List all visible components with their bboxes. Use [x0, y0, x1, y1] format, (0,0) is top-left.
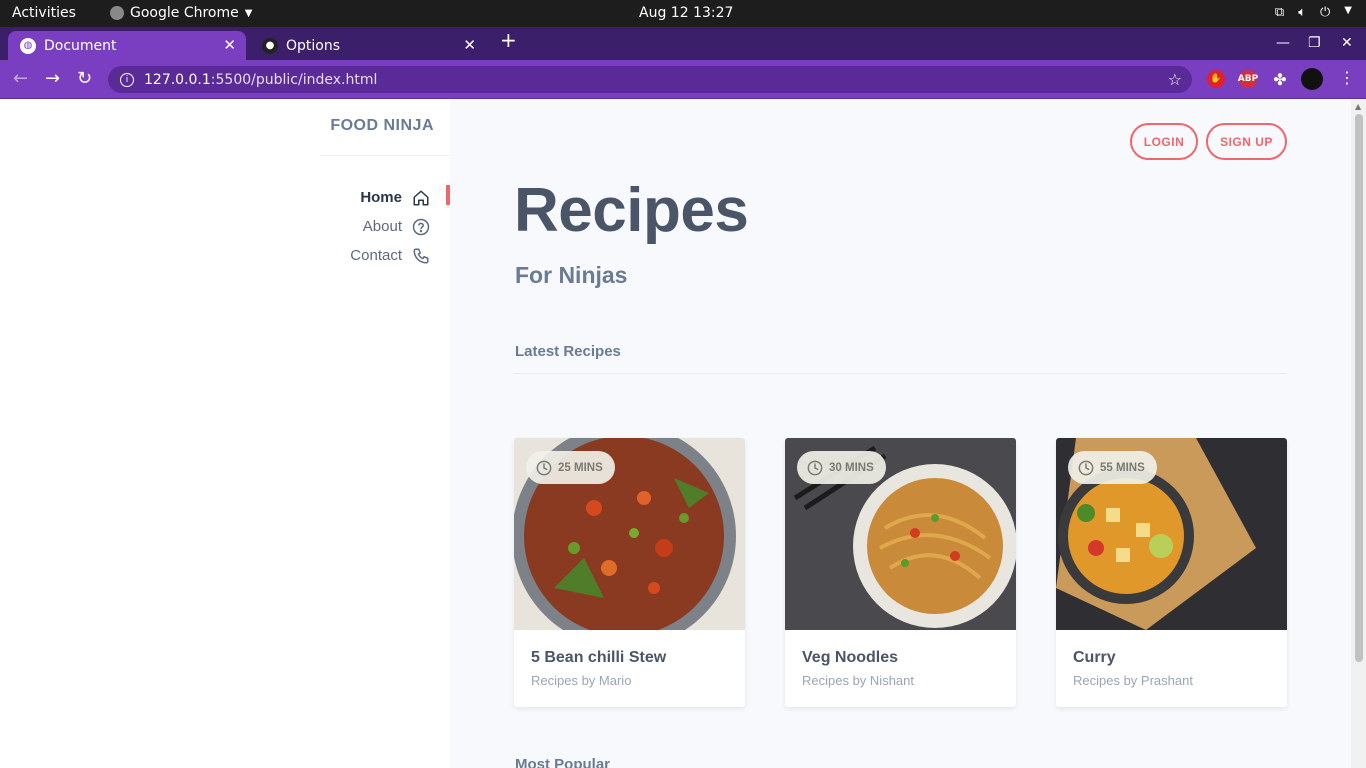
- recipe-title[interactable]: 5 Bean chilli Stew: [531, 649, 666, 667]
- tab-title: Options: [286, 37, 341, 54]
- clock-icon: [536, 460, 552, 475]
- recipe-card[interactable]: 30 MINS Veg Noodles Recipes by Nishant: [785, 438, 1016, 707]
- tab-title: Document: [44, 37, 117, 54]
- clock[interactable]: Aug 12 13:27: [639, 5, 733, 21]
- sidebar-item-contact[interactable]: Contact: [350, 241, 430, 270]
- recipe-author: Recipes by Mario: [531, 673, 632, 688]
- chevron-down-icon: ▼: [244, 7, 253, 19]
- info-icon[interactable]: i: [120, 72, 134, 87]
- recipe-title[interactable]: Veg Noodles: [802, 649, 898, 667]
- divider: [514, 373, 1286, 374]
- tab-strip: ◍ Document ✕ ● Options ✕: [0, 27, 1366, 60]
- forward-button[interactable]: →: [45, 68, 60, 89]
- restore-icon[interactable]: ❐: [1308, 35, 1321, 51]
- sidebar-item-label: Contact: [350, 247, 402, 264]
- recipe-card[interactable]: 55 MINS Curry Recipes by Prashant: [1056, 438, 1287, 707]
- app-name: Google Chrome: [130, 5, 239, 21]
- page-scrollbar[interactable]: ▲: [1351, 99, 1366, 768]
- cook-time: 25 MINS: [558, 461, 603, 474]
- cook-time-badge: 55 MINS: [1068, 451, 1157, 484]
- brand-logo[interactable]: FOOD NINJA: [330, 117, 434, 135]
- sidebar-item-label: About: [362, 218, 402, 235]
- tab-document[interactable]: ◍ Document ✕: [8, 31, 246, 60]
- chrome-icon: [110, 6, 124, 20]
- url-host: 127.0.0.1: [144, 71, 211, 88]
- sidebar-item-about[interactable]: About: [350, 212, 430, 241]
- activities-button[interactable]: Activities: [12, 5, 76, 21]
- login-button[interactable]: LOGIN: [1130, 123, 1198, 160]
- help-circle-icon: [412, 218, 430, 235]
- cook-time-badge: 25 MINS: [526, 451, 615, 484]
- github-icon: ●: [262, 37, 278, 54]
- volume-icon: 🔈︎: [1298, 5, 1306, 20]
- latest-recipes-heading: Latest Recipes: [515, 343, 621, 360]
- globe-icon: ◍: [20, 37, 36, 54]
- close-icon[interactable]: ✕: [223, 36, 236, 54]
- abp-icon[interactable]: ABP: [1238, 70, 1258, 88]
- bookmark-star-icon[interactable]: ☆: [1168, 70, 1182, 89]
- app-menu[interactable]: Google Chrome ▼: [110, 5, 252, 21]
- sidebar-item-label: Home: [360, 189, 402, 206]
- network-icon: ⧉: [1274, 5, 1285, 20]
- close-window-icon[interactable]: ✕: [1341, 35, 1353, 51]
- system-tray[interactable]: ⧉ 🔈︎ ⏻ ▼: [1275, 5, 1352, 20]
- power-icon: ⏻: [1320, 5, 1331, 20]
- recipe-card[interactable]: 25 MINS 5 Bean chilli Stew Recipes by Ma…: [514, 438, 745, 707]
- home-icon: [413, 190, 429, 205]
- clock-icon: [1078, 460, 1094, 475]
- recipe-author: Recipes by Nishant: [802, 673, 914, 688]
- sidebar: FOOD NINJA Home About Contact: [0, 99, 450, 768]
- active-nav-indicator: [446, 185, 450, 205]
- sidebar-item-home[interactable]: Home: [350, 183, 430, 212]
- url-path: :5500/public/index.html: [210, 71, 378, 88]
- phone-icon: [413, 248, 429, 263]
- recipe-title[interactable]: Curry: [1073, 649, 1116, 667]
- chevron-down-icon: ▼: [1344, 5, 1352, 16]
- profile-avatar[interactable]: [1301, 68, 1323, 90]
- page-title: Recipes: [514, 176, 749, 245]
- system-top-bar: Activities Google Chrome ▼ Aug 12 13:27 …: [0, 0, 1366, 27]
- cook-time-badge: 30 MINS: [797, 451, 886, 484]
- reload-button[interactable]: ↻: [77, 68, 92, 89]
- divider: [320, 155, 450, 156]
- recipe-author: Recipes by Prashant: [1073, 673, 1193, 688]
- cook-time: 30 MINS: [829, 461, 874, 474]
- signup-button[interactable]: SIGN UP: [1206, 123, 1287, 160]
- close-icon[interactable]: ✕: [463, 36, 476, 54]
- minimize-icon[interactable]: —: [1276, 35, 1290, 51]
- page-subtitle: For Ninjas: [515, 262, 628, 288]
- menu-kebab-icon[interactable]: ⋮: [1339, 68, 1355, 87]
- tab-options[interactable]: ● Options ✕: [250, 31, 486, 60]
- browser-toolbar: ← → ↻ i 127.0.0.1:5500/public/index.html…: [0, 60, 1366, 99]
- most-popular-heading: Most Popular: [515, 756, 611, 768]
- scrollbar-thumb[interactable]: [1355, 114, 1363, 662]
- extensions-puzzle-icon[interactable]: ✤: [1271, 70, 1289, 89]
- new-tab-button[interactable]: +: [500, 30, 517, 50]
- address-bar[interactable]: i 127.0.0.1:5500/public/index.html ☆: [108, 66, 1192, 93]
- page-viewport: FOOD NINJA Home About Contact LOGIN SIGN…: [0, 99, 1366, 768]
- cook-time: 55 MINS: [1100, 461, 1145, 474]
- clock-icon: [807, 460, 823, 475]
- back-button[interactable]: ←: [13, 68, 28, 89]
- adblock-icon[interactable]: ✋: [1207, 70, 1225, 88]
- sidebar-nav: Home About Contact: [350, 183, 430, 270]
- scroll-up-arrow-icon[interactable]: ▲: [1355, 102, 1361, 111]
